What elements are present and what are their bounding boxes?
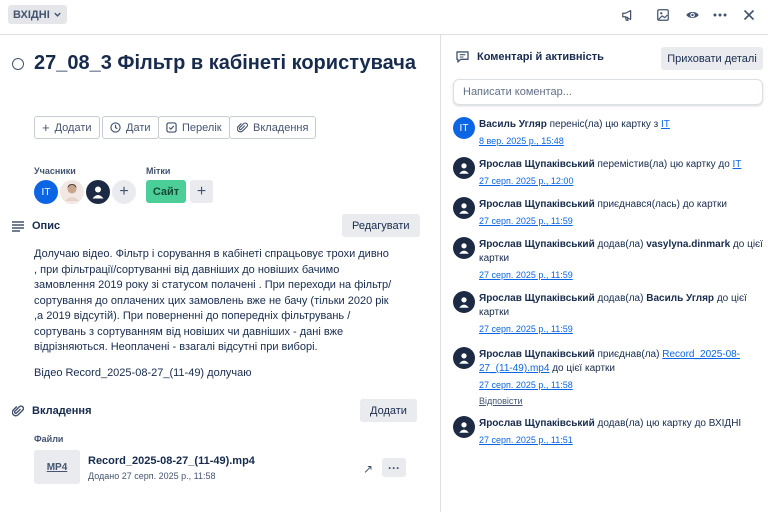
open-external-icon[interactable]: ↗ — [363, 462, 373, 476]
activity-user[interactable]: Ярослав Щупаківський — [479, 418, 595, 429]
activity-timestamp[interactable]: 27 серп. 2025 р., 11:58 — [479, 378, 765, 392]
member-avatar-it[interactable]: IT — [34, 180, 58, 204]
more-icon[interactable] — [711, 6, 729, 24]
avatar[interactable] — [453, 197, 475, 219]
edit-description-button[interactable]: Редагувати — [342, 214, 420, 237]
comment-icon — [456, 51, 469, 63]
label-site[interactable]: Сайт — [146, 180, 186, 203]
activity-timestamp[interactable]: 27 серп. 2025 р., 11:59 — [479, 214, 765, 228]
megaphone-icon[interactable] — [619, 6, 637, 24]
list-name: ВХІДНІ — [13, 8, 50, 21]
avatar[interactable] — [453, 347, 475, 369]
checklist-button[interactable]: Перелік — [158, 116, 230, 139]
clock-icon — [110, 122, 121, 133]
files-label: Файли — [34, 434, 64, 444]
add-member-button[interactable]: + — [112, 180, 136, 204]
eye-icon[interactable] — [683, 6, 701, 24]
paperclip-icon — [12, 405, 24, 417]
description-icon — [12, 220, 24, 232]
activity-timestamp[interactable]: 8 вер. 2025 р., 15:48 — [479, 134, 765, 148]
activity-user[interactable]: Ярослав Щупаківський — [479, 293, 595, 304]
complete-toggle-icon[interactable] — [12, 58, 24, 70]
activity-user[interactable]: Ярослав Щупаківський — [479, 239, 595, 250]
dates-button[interactable]: Дати — [102, 116, 159, 139]
file-thumbnail[interactable]: MP4 — [34, 450, 80, 484]
description-paragraph: Долучаю відео. Фільтр і сорування в кабі… — [34, 248, 392, 353]
attachments-heading: Вкладення — [12, 405, 92, 417]
image-icon[interactable] — [654, 6, 672, 24]
avatar[interactable] — [453, 157, 475, 179]
avatar[interactable] — [453, 291, 475, 313]
avatar[interactable] — [453, 237, 475, 259]
activity-timestamp[interactable]: 27 серп. 2025 р., 12:00 — [479, 174, 765, 188]
activity-heading: Коментарі й активність — [456, 51, 604, 63]
activity-user[interactable]: Ярослав Щупаківський — [479, 159, 595, 170]
avatar[interactable] — [453, 416, 475, 438]
activity-link[interactable]: IT — [733, 159, 742, 170]
list-selector-button[interactable]: ВХІДНІ — [8, 5, 67, 24]
activity-member: vasylyna.dinmark — [646, 239, 731, 250]
file-meta: Додано 27 серп. 2025 р., 11:58 — [88, 471, 216, 481]
chevron-down-icon — [54, 12, 61, 17]
hide-details-button[interactable]: Приховати деталі — [661, 47, 763, 70]
activity-timestamp[interactable]: 27 серп. 2025 р., 11:51 — [479, 433, 765, 447]
activity-member: Василь Угляр — [646, 293, 715, 304]
attachment-button[interactable]: Вкладення — [229, 116, 317, 139]
add-button[interactable]: + Додати — [34, 116, 100, 139]
card-header: ВХІДНІ — [0, 0, 768, 30]
activity-link[interactable]: IT — [661, 119, 670, 130]
reply-link[interactable]: Відповісти — [479, 394, 765, 408]
comment-input[interactable]: Написати коментар... — [453, 79, 763, 105]
members-label: Учасники — [34, 166, 76, 176]
activity-timestamp[interactable]: 27 серп. 2025 р., 11:59 — [479, 322, 765, 336]
card-title[interactable]: 27_08_3 Фільтр в кабінеті користувача — [34, 52, 416, 75]
activity-user[interactable]: Василь Угляр — [479, 119, 547, 130]
activity-timestamp[interactable]: 27 серп. 2025 р., 11:59 — [479, 268, 765, 282]
plus-icon: + — [42, 120, 50, 135]
activity-user[interactable]: Ярослав Щупаківський — [479, 199, 595, 210]
add-label-button[interactable]: + — [190, 180, 213, 203]
panel-divider — [440, 34, 441, 512]
header-divider — [0, 34, 768, 35]
description-heading: Опис — [12, 220, 60, 232]
file-more-button[interactable]: ··· — [382, 458, 406, 477]
description-text[interactable]: Долучаю відео. Фільтр і сорування в кабі… — [34, 247, 394, 391]
description-paragraph: Відео Record_2025-08-27_(11-49) долучаю — [34, 366, 252, 379]
labels-label: Мітки — [146, 166, 171, 176]
member-avatar-user[interactable] — [86, 180, 110, 204]
checkbox-icon — [166, 122, 177, 133]
member-avatar-photo[interactable] — [60, 180, 84, 204]
close-icon[interactable] — [740, 6, 758, 24]
add-attachment-button[interactable]: Додати — [360, 399, 417, 422]
avatar[interactable]: IT — [453, 117, 475, 139]
paperclip-icon — [237, 122, 248, 133]
activity-user[interactable]: Ярослав Щупаківський — [479, 349, 595, 360]
file-name[interactable]: Record_2025-08-27_(11-49).mp4 — [88, 455, 255, 467]
